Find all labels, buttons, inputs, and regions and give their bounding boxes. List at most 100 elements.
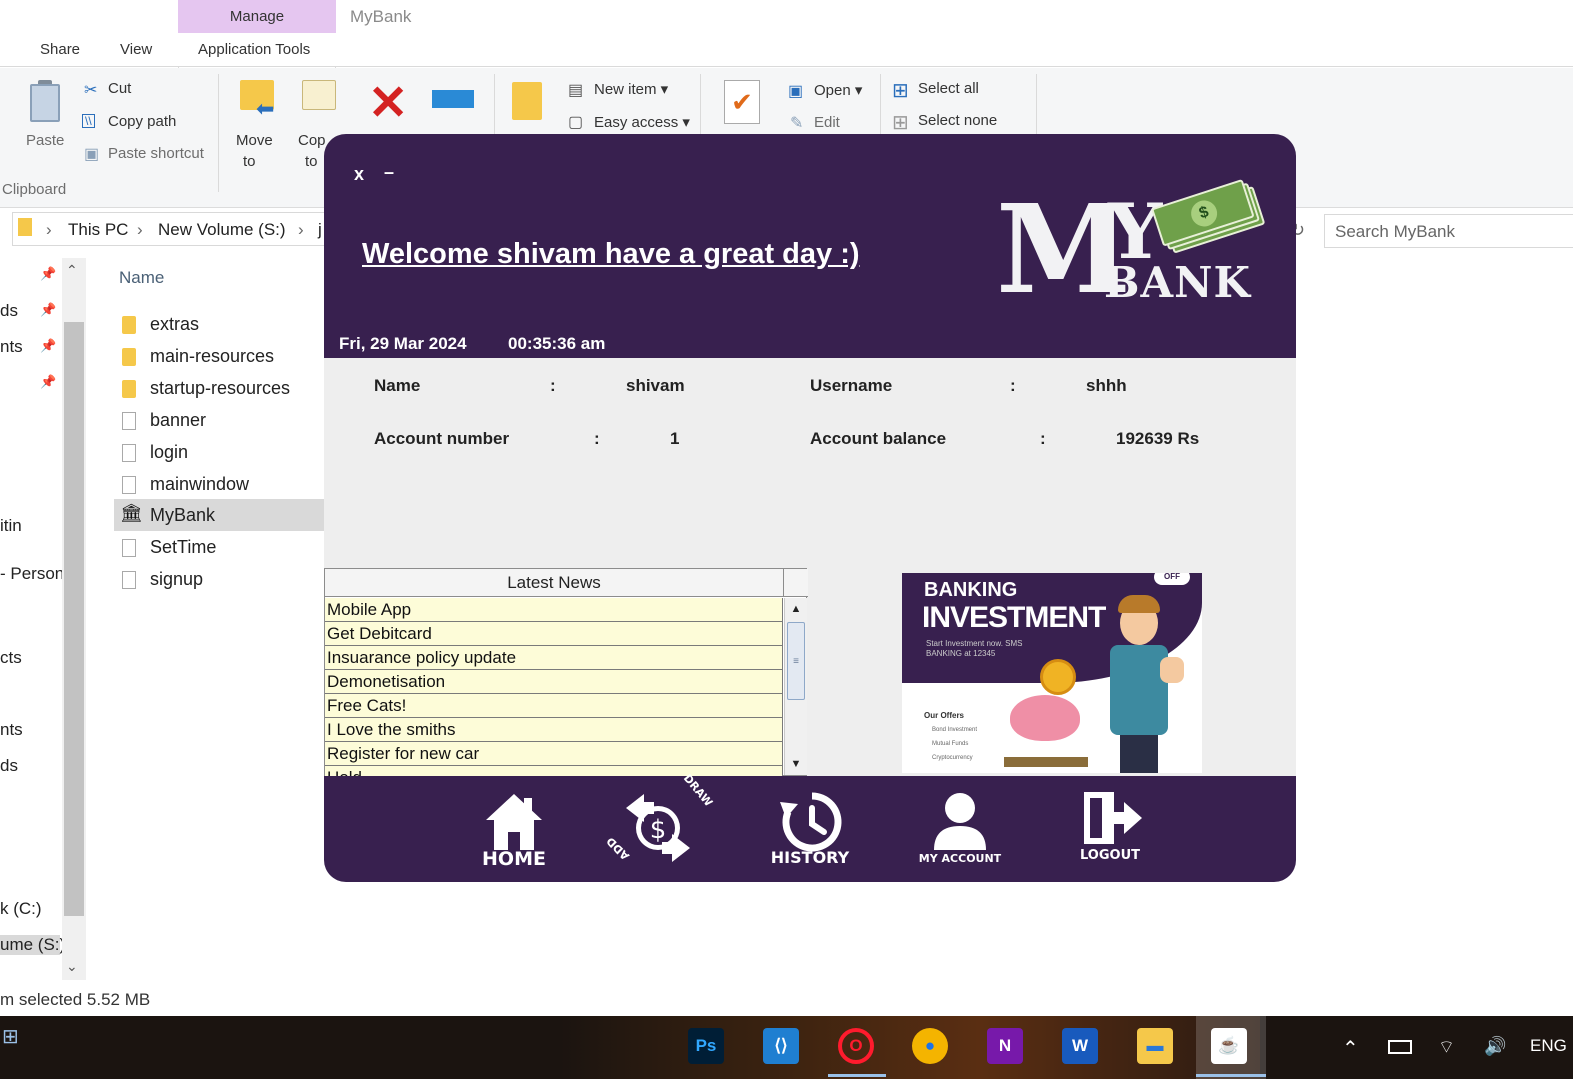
mybank-header: x – Welcome shivam have a great day :) F…: [324, 134, 1296, 358]
easy-access-button[interactable]: Easy access ▾: [594, 113, 690, 131]
select-none-button[interactable]: Select none: [918, 112, 997, 129]
java-icon[interactable]: ☕: [1211, 1028, 1247, 1064]
photoshop-icon[interactable]: Ps: [688, 1028, 724, 1064]
copy-to-button[interactable]: Cop: [298, 132, 326, 149]
language-indicator[interactable]: ENG: [1530, 1036, 1567, 1056]
manage-tab[interactable]: Manage: [178, 0, 336, 33]
copy-path-button[interactable]: Copy path: [108, 113, 176, 130]
breadcrumb-this-pc[interactable]: This PC: [68, 220, 128, 240]
properties-icon[interactable]: ✔: [724, 80, 760, 124]
tab-share[interactable]: Share: [40, 41, 80, 58]
table-corner: [784, 569, 808, 597]
username-label: Username: [810, 376, 893, 395]
volume-icon[interactable]: 🔊: [1484, 1036, 1506, 1057]
nav-history-button[interactable]: HISTORY: [750, 776, 870, 882]
edit-button[interactable]: Edit: [814, 114, 840, 131]
nav-item[interactable]: ds: [0, 756, 18, 776]
banner-title-banking: BANKING: [924, 579, 1018, 601]
list-item[interactable]: main-resources: [114, 340, 324, 372]
list-item[interactable]: SetTime: [114, 531, 324, 563]
tab-application-tools[interactable]: Application Tools: [198, 41, 310, 58]
minimize-button[interactable]: –: [384, 162, 394, 183]
status-bar-text: m selected 5.52 MB: [0, 990, 151, 1009]
new-folder-icon[interactable]: [512, 82, 542, 120]
nav-item[interactable]: itin: [0, 516, 22, 536]
history-icon: [780, 792, 842, 852]
file-explorer-icon[interactable]: ▬: [1137, 1028, 1173, 1064]
news-item[interactable]: Demonetisation: [325, 670, 783, 694]
open-button[interactable]: Open ▾: [814, 81, 862, 99]
mybank-window: x – Welcome shivam have a great day :) F…: [324, 134, 1296, 882]
move-to-button[interactable]: Move: [236, 132, 273, 149]
search-input[interactable]: Search MyBank: [1324, 214, 1573, 248]
news-scrollbar[interactable]: ▲ ≡ ▼: [784, 598, 807, 775]
list-item-selected[interactable]: 🏛 MyBank: [114, 499, 324, 531]
list-item[interactable]: startup-resources: [114, 372, 324, 404]
list-item[interactable]: login: [114, 436, 324, 468]
paste-button[interactable]: Paste: [26, 132, 64, 149]
nav-item[interactable]: cts: [0, 648, 22, 668]
onenote-icon[interactable]: N: [987, 1028, 1023, 1064]
delete-icon[interactable]: ✕: [368, 80, 408, 128]
nav-item[interactable]: nts: [0, 337, 23, 357]
start-icon[interactable]: ⊞: [2, 1024, 19, 1049]
java-file-icon: [122, 571, 136, 589]
nav-my-account-button[interactable]: MY ACCOUNT: [900, 776, 1020, 882]
chevron-down-icon[interactable]: ⌄: [66, 958, 78, 975]
paste-board-icon[interactable]: [30, 84, 60, 122]
nav-logout-button[interactable]: LOGOUT: [1050, 776, 1170, 882]
window-title: MyBank: [350, 7, 412, 26]
chevron-up-icon[interactable]: ⌃: [1342, 1036, 1359, 1061]
nav-history-label: HISTORY: [770, 848, 850, 867]
nav-item[interactable]: - Person: [0, 564, 64, 584]
news-item[interactable]: Insuarance policy update: [325, 646, 783, 670]
scroll-down-arrow-icon[interactable]: ▼: [785, 755, 807, 773]
vscode-icon[interactable]: ⟨⟩: [763, 1028, 799, 1064]
close-button[interactable]: x: [354, 164, 364, 185]
column-header-name[interactable]: Name: [119, 268, 164, 288]
copy-to-icon[interactable]: [302, 80, 336, 110]
scroll-up-arrow-icon[interactable]: ▲: [785, 600, 807, 618]
chrome-icon[interactable]: ●: [912, 1028, 948, 1064]
list-item[interactable]: extras: [114, 308, 324, 340]
nav-home-button[interactable]: HOME: [454, 776, 574, 882]
news-item[interactable]: Hold...: [325, 766, 783, 776]
ribbon-separator: [218, 74, 219, 192]
mybank-logo: M Y BANK $: [996, 178, 1266, 310]
new-item-button[interactable]: New item ▾: [594, 80, 668, 98]
banner-offer-item: Bond Investment: [932, 727, 978, 733]
opera-icon[interactable]: O: [838, 1028, 874, 1064]
arrow-left-icon: ⬅: [256, 96, 275, 121]
news-scrollbar-thumb[interactable]: ≡: [787, 622, 805, 700]
chevron-up-icon[interactable]: ⌃: [66, 262, 78, 279]
news-item[interactable]: Free Cats!: [325, 694, 783, 718]
list-item[interactable]: signup: [114, 563, 324, 595]
nav-item[interactable]: ds: [0, 301, 18, 321]
nav-item-drive-c[interactable]: k (C:): [0, 899, 42, 919]
breadcrumb-volume[interactable]: New Volume (S:): [158, 220, 286, 240]
nav-item-drive-s[interactable]: ume (S:): [0, 935, 65, 955]
news-item[interactable]: Mobile App: [325, 598, 783, 622]
cut-button[interactable]: Cut: [108, 80, 131, 97]
file-name: mainwindow: [150, 474, 250, 494]
battery-icon[interactable]: [1388, 1040, 1412, 1054]
select-all-button[interactable]: Select all: [918, 80, 979, 97]
nav-item[interactable]: nts: [0, 720, 23, 740]
breadcrumb-folder[interactable]: j: [318, 220, 322, 240]
nav-transfer-button[interactable]: $ DRAW ADD: [600, 772, 720, 882]
news-item[interactable]: I Love the smiths: [325, 718, 783, 742]
news-item[interactable]: Register for new car: [325, 742, 783, 766]
piggy-bank-icon: [1010, 695, 1080, 741]
banner-subtitle: Start Investment now. SMS BANKING at 123…: [926, 639, 1023, 658]
banking-investment-banner[interactable]: OFF BANKING INVESTMENT Start Investment …: [902, 573, 1202, 773]
list-item[interactable]: mainwindow: [114, 468, 324, 500]
nav-scrollbar-thumb[interactable]: [64, 322, 84, 916]
rename-icon[interactable]: [432, 90, 474, 108]
thumbs-up-icon: [1160, 657, 1184, 683]
paste-shortcut-button[interactable]: Paste shortcut: [108, 145, 204, 162]
word-icon[interactable]: W: [1062, 1028, 1098, 1064]
wifi-icon[interactable]: ⌔: [1438, 1036, 1455, 1059]
news-item[interactable]: Get Debitcard: [325, 622, 783, 646]
tab-view[interactable]: View: [120, 41, 152, 58]
list-item[interactable]: banner: [114, 404, 324, 436]
